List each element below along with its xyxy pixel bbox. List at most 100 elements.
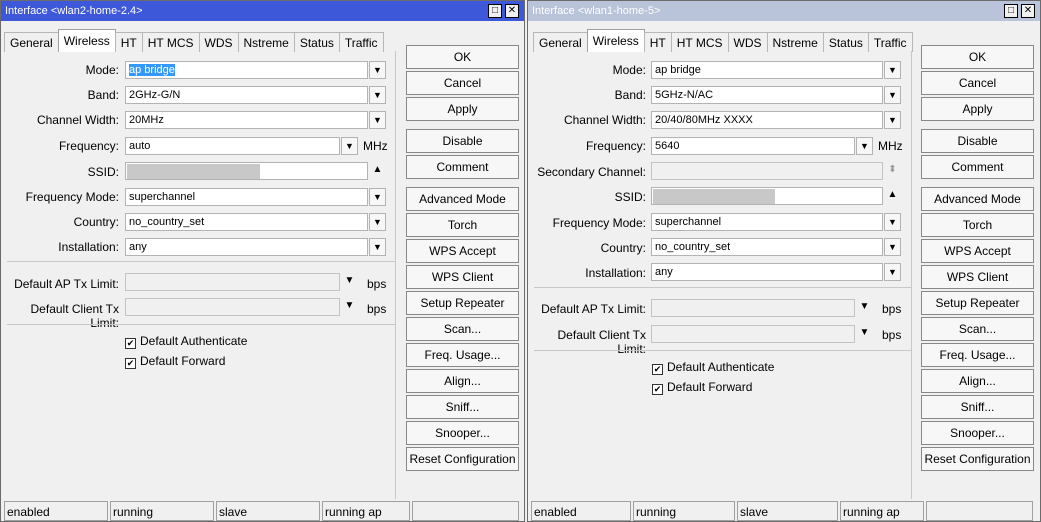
tab-general[interactable]: General [533,32,588,52]
default-ap-tx-limit-input[interactable] [125,273,340,291]
tab-ht[interactable]: HT [643,32,672,52]
chevron-down-icon[interactable]: ▼ [341,137,358,155]
setup-repeater-button[interactable]: Setup Repeater [406,291,519,315]
tab-ht-mcs[interactable]: HT MCS [141,32,200,52]
channel-width-select[interactable]: 20MHz [125,111,368,129]
window-titlebar[interactable]: Interface <wlan1-home-5> □ ✕ [528,1,1040,21]
sniff-button[interactable]: Sniff... [921,395,1034,419]
wps-accept-button[interactable]: WPS Accept [921,239,1034,263]
window-titlebar[interactable]: Interface <wlan2-home-2.4> □ ✕ [1,1,524,21]
torch-button[interactable]: Torch [921,213,1034,237]
torch-button[interactable]: Torch [406,213,519,237]
tab-wds[interactable]: WDS [198,32,239,52]
collapse-icon[interactable]: ▲ [369,162,386,180]
snooper-button[interactable]: Snooper... [406,421,519,445]
check-icon[interactable]: ✔ [652,364,663,375]
align-button[interactable]: Align... [406,369,519,393]
band-select[interactable]: 2GHz-G/N [125,86,368,104]
default-forward-checkbox[interactable]: ✔ Default Forward [652,380,752,395]
chevron-down-icon[interactable]: ▼ [856,299,873,317]
freq-usage-button[interactable]: Freq. Usage... [921,343,1034,367]
frequency-mode-select[interactable]: superchannel [651,213,883,231]
default-client-tx-limit-input[interactable] [651,325,855,343]
snooper-button[interactable]: Snooper... [921,421,1034,445]
close-icon[interactable]: ✕ [1021,4,1035,18]
disable-button[interactable]: Disable [921,129,1034,153]
tab-traffic[interactable]: Traffic [867,32,913,52]
maximize-icon[interactable]: □ [488,4,502,18]
ok-button[interactable]: OK [921,45,1034,69]
apply-button[interactable]: Apply [406,97,519,121]
chevron-down-icon[interactable]: ▼ [369,111,386,129]
ok-button[interactable]: OK [406,45,519,69]
tab-wireless[interactable]: Wireless [586,29,645,52]
apply-button[interactable]: Apply [921,97,1034,121]
secondary-channel-select[interactable] [651,162,883,180]
check-icon[interactable]: ✔ [125,358,136,369]
mode-select[interactable]: ap bridge [125,61,368,79]
chevron-down-icon[interactable]: ▼ [369,86,386,104]
wps-client-button[interactable]: WPS Client [921,265,1034,289]
default-authenticate-checkbox[interactable]: ✔ Default Authenticate [652,360,774,375]
tab-general[interactable]: General [4,32,59,52]
chevron-down-icon[interactable]: ▼ [341,273,358,291]
chevron-down-icon[interactable]: ▼ [369,61,386,79]
chevron-down-icon[interactable]: ▼ [884,238,901,256]
comment-button[interactable]: Comment [406,155,519,179]
comment-button[interactable]: Comment [921,155,1034,179]
chevron-down-icon[interactable]: ▼ [856,325,873,343]
cancel-button[interactable]: Cancel [921,71,1034,95]
ssid-input[interactable] [125,162,368,180]
mode-select[interactable]: ap bridge [651,61,883,79]
close-icon[interactable]: ✕ [505,4,519,18]
country-select[interactable]: no_country_set [651,238,883,256]
frequency-select[interactable]: 5640 [651,137,855,155]
freq-usage-button[interactable]: Freq. Usage... [406,343,519,367]
check-icon[interactable]: ✔ [652,384,663,395]
chevron-down-icon[interactable]: ▼ [884,213,901,231]
updown-icon[interactable]: ⬍ [884,162,901,180]
cancel-button[interactable]: Cancel [406,71,519,95]
chevron-down-icon[interactable]: ▼ [884,86,901,104]
default-client-tx-limit-input[interactable] [125,298,340,316]
tab-wireless[interactable]: Wireless [57,29,116,52]
installation-select[interactable]: any [125,238,368,256]
chevron-down-icon[interactable]: ▼ [884,263,901,281]
default-authenticate-checkbox[interactable]: ✔ Default Authenticate [125,334,247,349]
wps-accept-button[interactable]: WPS Accept [406,239,519,263]
default-ap-tx-limit-input[interactable] [651,299,855,317]
wps-client-button[interactable]: WPS Client [406,265,519,289]
tab-ht-mcs[interactable]: HT MCS [670,32,729,52]
disable-button[interactable]: Disable [406,129,519,153]
chevron-down-icon[interactable]: ▼ [884,61,901,79]
maximize-icon[interactable]: □ [1004,4,1018,18]
chevron-down-icon[interactable]: ▼ [884,111,901,129]
tab-wds[interactable]: WDS [727,32,768,52]
tab-status[interactable]: Status [822,32,869,52]
chevron-down-icon[interactable]: ▼ [369,213,386,231]
scan-button[interactable]: Scan... [921,317,1034,341]
installation-select[interactable]: any [651,263,883,281]
scan-button[interactable]: Scan... [406,317,519,341]
align-button[interactable]: Align... [921,369,1034,393]
chevron-down-icon[interactable]: ▼ [341,298,358,316]
reset-configuration-button[interactable]: Reset Configuration [921,447,1034,471]
tab-ht[interactable]: HT [114,32,143,52]
collapse-icon[interactable]: ▲ [884,187,901,205]
frequency-mode-select[interactable]: superchannel [125,188,368,206]
tab-nstreme[interactable]: Nstreme [237,32,295,52]
advanced-mode-button[interactable]: Advanced Mode [921,187,1034,211]
tab-status[interactable]: Status [293,32,340,52]
advanced-mode-button[interactable]: Advanced Mode [406,187,519,211]
chevron-down-icon[interactable]: ▼ [369,238,386,256]
sniff-button[interactable]: Sniff... [406,395,519,419]
setup-repeater-button[interactable]: Setup Repeater [921,291,1034,315]
check-icon[interactable]: ✔ [125,338,136,349]
chevron-down-icon[interactable]: ▼ [369,188,386,206]
reset-configuration-button[interactable]: Reset Configuration [406,447,519,471]
tab-traffic[interactable]: Traffic [338,32,384,52]
frequency-select[interactable]: auto [125,137,340,155]
tab-nstreme[interactable]: Nstreme [766,32,824,52]
ssid-input[interactable] [651,187,883,205]
channel-width-select[interactable]: 20/40/80MHz XXXX [651,111,883,129]
